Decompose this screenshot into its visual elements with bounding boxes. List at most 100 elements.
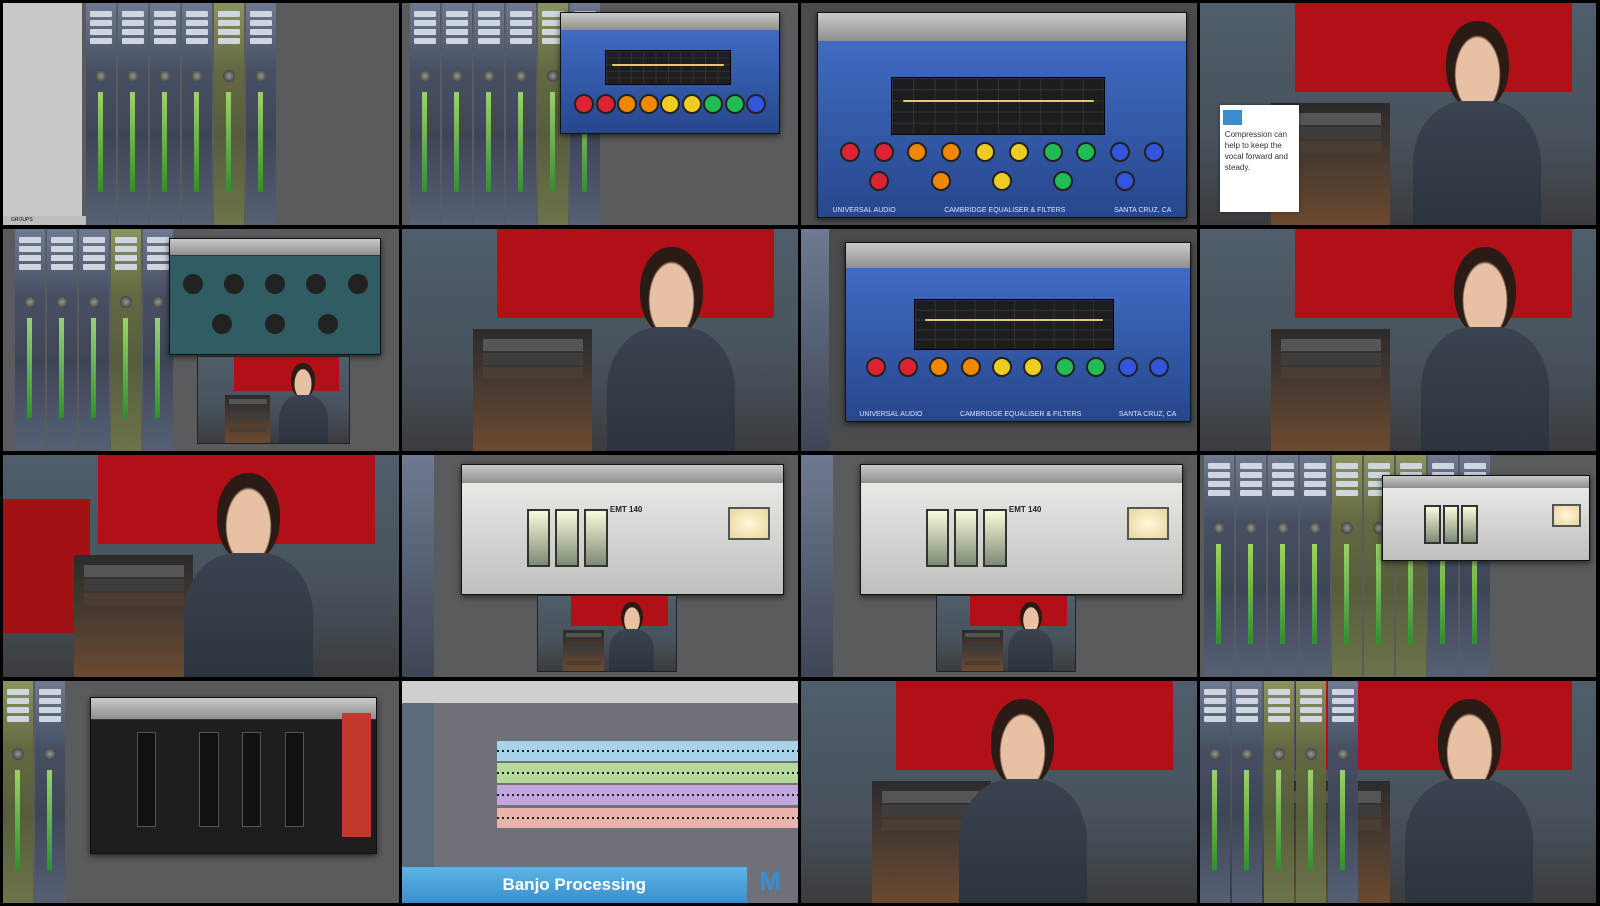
frame-person: [801, 681, 1197, 903]
brand-center: CAMBRIDGE EQUALISER & FILTERS: [960, 410, 1082, 418]
brand-center: CAMBRIDGE EQUALISER & FILTERS: [944, 206, 1066, 214]
eq-brand-row: UNIVERSAL AUDIO CAMBRIDGE EQUALISER & FI…: [846, 411, 1191, 418]
brand-left: UNIVERSAL AUDIO: [859, 410, 923, 418]
caption-text: Compression can help to keep the vocal f…: [1224, 129, 1288, 172]
plugin-header[interactable]: [561, 12, 780, 31]
channel-strip[interactable]: [246, 3, 277, 225]
eq-plugin-window[interactable]: UNIVERSAL AUDIO CAMBRIDGE EQUALISER & FI…: [816, 11, 1188, 219]
presenter-thumbnail: [536, 594, 678, 673]
mixer-strips[interactable]: [86, 3, 277, 225]
channel-strip[interactable]: [1235, 455, 1266, 677]
frame-person: [1200, 229, 1596, 451]
plugin-header[interactable]: [845, 243, 1191, 270]
emt-plugin-window[interactable]: EMT 140: [860, 463, 1184, 595]
track-lane[interactable]: [497, 807, 798, 828]
comp-knobs[interactable]: [182, 273, 368, 294]
channel-strip[interactable]: [46, 229, 77, 451]
eq-graph[interactable]: [891, 76, 1106, 135]
frame-eq-large: UNIVERSAL AUDIO CAMBRIDGE EQUALISER & FI…: [801, 3, 1197, 225]
channel-strip[interactable]: [441, 3, 472, 225]
channel-strip[interactable]: [1267, 455, 1298, 677]
plugin-header[interactable]: [462, 464, 784, 484]
fader[interactable]: [242, 731, 262, 827]
emt-plugin-window[interactable]: EMT 140: [461, 463, 785, 595]
vu-meter: [1126, 507, 1170, 541]
channel-strip[interactable]: [1299, 455, 1330, 677]
brand-left: UNIVERSAL AUDIO: [832, 206, 896, 214]
emt-name: EMT 140: [609, 505, 643, 515]
frame-mixer-1: GROUPS: [3, 3, 399, 225]
channel-strip[interactable]: [1328, 681, 1358, 903]
caption-card: Compression can help to keep the vocal f…: [1219, 105, 1299, 212]
channel-strip[interactable]: [409, 3, 440, 225]
eq-knobs-row-1[interactable]: [866, 356, 1170, 377]
emt-name: EMT 140: [1008, 505, 1042, 515]
channel-strip[interactable]: [118, 3, 149, 225]
comp-plugin-window[interactable]: [169, 237, 382, 356]
lesson-title-banner: Banjo Processing: [402, 867, 747, 903]
channel-strip[interactable]: [1232, 681, 1262, 903]
mixer-strips[interactable]: [14, 229, 173, 451]
eq-knobs-row-2[interactable]: [869, 171, 1135, 192]
track-lane[interactable]: [497, 785, 798, 806]
fader[interactable]: [199, 731, 219, 827]
channel-strip[interactable]: [214, 3, 245, 225]
m-logo-icon: M: [759, 866, 782, 897]
eq-knobs[interactable]: [574, 93, 767, 114]
side-panel: [3, 3, 83, 225]
channel-strip[interactable]: [801, 455, 833, 677]
plugin-header[interactable]: [861, 464, 1183, 484]
frame-emt-reverb: EMT 140: [801, 455, 1197, 677]
plugin-header[interactable]: [817, 12, 1187, 43]
eq-plugin-window[interactable]: UNIVERSAL AUDIO CAMBRIDGE EQUALISER & FI…: [844, 242, 1192, 422]
channel-strip[interactable]: [1331, 455, 1362, 677]
eq-graph[interactable]: [914, 298, 1115, 350]
presenter: [951, 698, 1094, 903]
channel-strip[interactable]: [3, 681, 33, 903]
eq-brand-row: UNIVERSAL AUDIO CAMBRIDGE EQUALISER & FI…: [818, 207, 1186, 214]
channel-strip[interactable]: [402, 455, 434, 677]
presenter: [600, 246, 743, 451]
channel-strip[interactable]: [1264, 681, 1294, 903]
presenter-thumbnail: [935, 594, 1077, 673]
channel-strip[interactable]: [86, 3, 117, 225]
channel-strip[interactable]: [1296, 681, 1326, 903]
channel-strip[interactable]: [150, 3, 181, 225]
comp-knobs-2[interactable]: [212, 313, 339, 334]
groups-label: GROUPS: [3, 216, 91, 225]
eq-plugin-window[interactable]: [560, 11, 781, 134]
channel-strip[interactable]: [78, 229, 109, 451]
channel-strip[interactable]: [505, 3, 536, 225]
frame-mixer-eq: [402, 3, 798, 225]
plugin-header[interactable]: [91, 697, 377, 721]
presenter: [177, 472, 320, 677]
mixer-strips[interactable]: [1200, 681, 1358, 903]
track-lane[interactable]: [497, 763, 798, 784]
mixer-strips[interactable]: [3, 681, 65, 903]
channel-strip[interactable]: [801, 229, 829, 451]
track-lane[interactable]: [497, 740, 798, 761]
transport-bar[interactable]: [402, 681, 798, 704]
emt-plugin-window[interactable]: [1382, 474, 1591, 562]
fader[interactable]: [136, 731, 156, 827]
channel-strip[interactable]: [1200, 681, 1230, 903]
channel-strip[interactable]: [473, 3, 504, 225]
channel-strip[interactable]: [110, 229, 141, 451]
channel-strip[interactable]: [14, 229, 45, 451]
channel-strip[interactable]: [35, 681, 65, 903]
eq-graph[interactable]: [604, 50, 732, 86]
frame-mixer-comp: [3, 681, 399, 903]
channel-strip[interactable]: [182, 3, 213, 225]
presenter-thumbnail: [197, 355, 350, 445]
compressor-plugin-window[interactable]: [90, 696, 378, 854]
frame-eq-medium: UNIVERSAL AUDIO CAMBRIDGE EQUALISER & FI…: [801, 229, 1197, 451]
fader[interactable]: [284, 731, 305, 827]
gain-meter: [342, 713, 371, 838]
channel-strip[interactable]: [1203, 455, 1234, 677]
plugin-header[interactable]: [170, 238, 381, 257]
presenter: [1398, 698, 1541, 903]
frame-edit-window: Banjo Processing M: [402, 681, 798, 903]
eq-knobs-row-1[interactable]: [839, 141, 1164, 162]
frame-person: [402, 229, 798, 451]
brand-right: SANTA CRUZ, CA: [1113, 206, 1172, 214]
